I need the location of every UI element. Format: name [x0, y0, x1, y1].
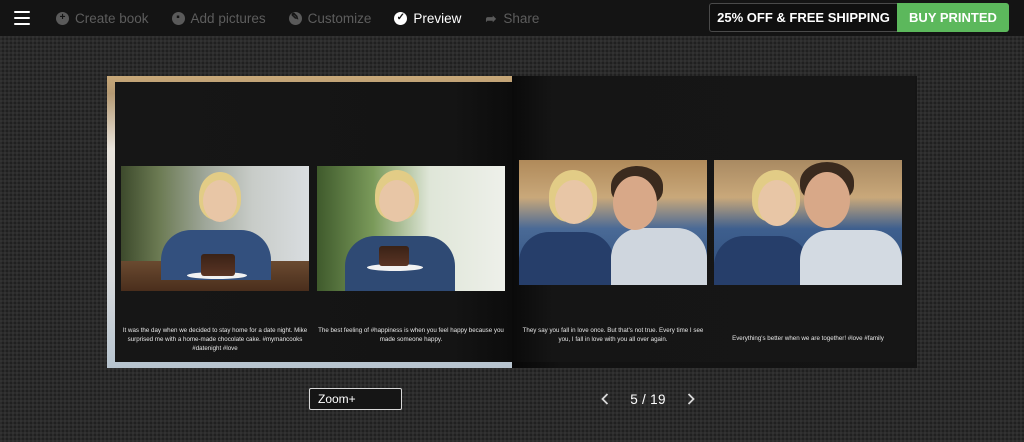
step-add-pictures[interactable]: ▪ Add pictures	[171, 10, 266, 26]
top-bar: + Create book ▪ Add pictures ✎ Customize…	[0, 0, 1024, 36]
book-spread: It was the day when we decided to stay h…	[107, 76, 917, 368]
step-label: Create book	[75, 10, 149, 26]
step-label: Customize	[307, 10, 372, 26]
caption: Everything's better when we are together…	[732, 335, 884, 342]
workflow-steps: + Create book ▪ Add pictures ✎ Customize…	[56, 0, 562, 36]
step-preview[interactable]: ✓ Preview	[394, 11, 461, 26]
photo-couple-close	[519, 160, 707, 285]
photo-eating-cake	[317, 166, 505, 291]
page-indicator: 5 / 19	[630, 391, 666, 407]
step-share[interactable]: ➦ Share	[484, 11, 539, 26]
caption: They say you fall in love once. But that…	[522, 327, 704, 343]
left-page: It was the day when we decided to stay h…	[115, 82, 512, 362]
previous-page-button[interactable]	[598, 388, 612, 410]
zoom-button[interactable]: Zoom+	[309, 388, 402, 410]
menu-icon[interactable]	[14, 11, 30, 25]
step-label: Preview	[413, 10, 462, 26]
step-label: Add pictures	[190, 10, 266, 26]
promo-banner: 25% OFF & FREE SHIPPING	[709, 3, 897, 32]
buy-printed-button[interactable]: BUY PRINTED	[897, 3, 1009, 32]
plus-circle-icon: +	[56, 11, 69, 25]
photo-couple-smiling	[714, 160, 902, 285]
check-circle-icon: ✓	[394, 11, 408, 25]
image-circle-icon: ▪	[171, 11, 185, 25]
caption: It was the day when we decided to stay h…	[122, 327, 308, 352]
chevron-left-icon	[601, 393, 609, 405]
share-arrow-icon: ➦	[485, 10, 497, 26]
chevron-right-icon	[687, 393, 695, 405]
right-page: They say you fall in love once. But that…	[512, 76, 917, 368]
step-create-book[interactable]: + Create book	[56, 11, 149, 26]
brush-circle-icon: ✎	[288, 11, 302, 25]
caption: The best feeling of #happiness is when y…	[318, 327, 504, 343]
step-customize[interactable]: ✎ Customize	[288, 10, 372, 26]
next-page-button[interactable]	[684, 388, 698, 410]
page-navigator: 5 / 19	[598, 388, 698, 410]
photo-cake-table	[121, 166, 309, 291]
step-label: Share	[503, 10, 540, 26]
